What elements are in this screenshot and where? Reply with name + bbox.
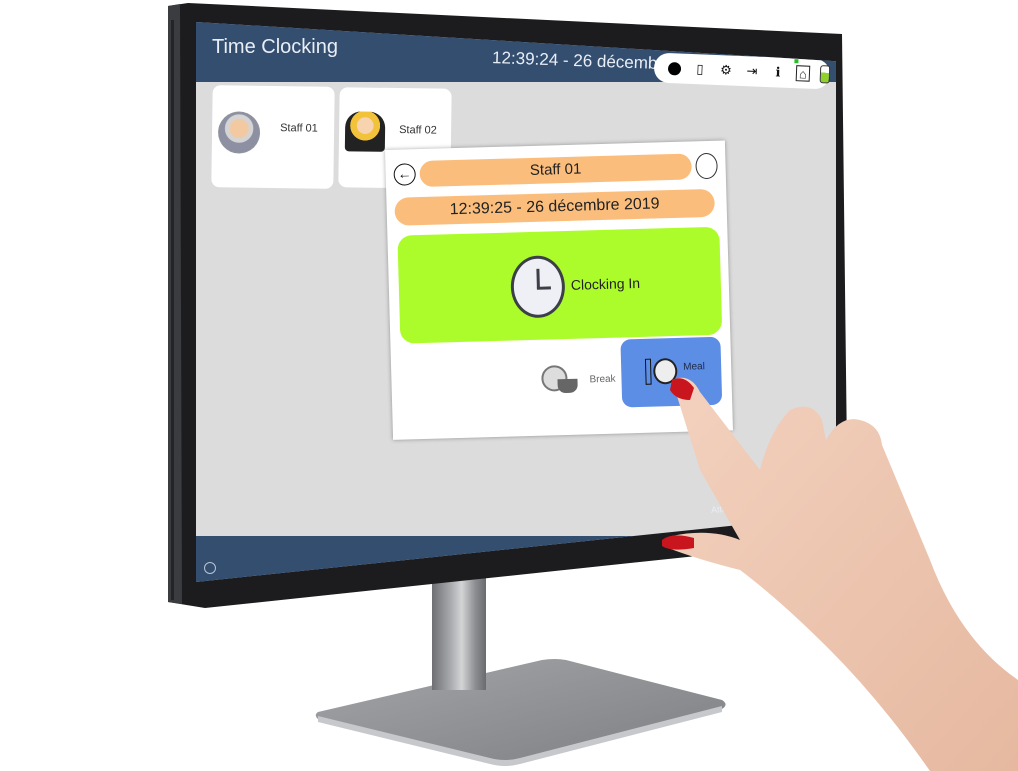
staff-name: Staff 02: [399, 124, 437, 137]
coffee-cup-icon: [557, 378, 578, 394]
avatar: [217, 111, 261, 154]
status-dot-icon[interactable]: [666, 60, 683, 77]
back-button[interactable]: ←: [393, 163, 416, 186]
warning-text: Attention, Software S: [711, 499, 797, 515]
meal-clock-icon: [652, 357, 678, 385]
globe-icon[interactable]: [204, 562, 216, 574]
network-icon[interactable]: ⌂: [794, 59, 811, 82]
avatar: [344, 111, 386, 152]
app-title: Time Clocking: [212, 36, 338, 58]
clock-icon: [510, 255, 566, 319]
fork-icon: [644, 358, 652, 385]
break-button[interactable]: Break: [541, 353, 623, 415]
screen: Time Clocking 12:39:24 - 26 décembre 201…: [196, 22, 836, 582]
logout-icon[interactable]: ⇥: [744, 63, 761, 80]
clock-in-label: Clocking In: [570, 274, 641, 293]
break-label: Break: [589, 373, 616, 386]
staff-name: Staff 01: [280, 122, 318, 135]
staff-name-pill: Staff 01: [419, 153, 692, 188]
top-bar: Time Clocking 12:39:24 - 26 décembre 201…: [196, 22, 836, 90]
clock-in-button[interactable]: Clocking In: [397, 226, 723, 344]
monitor-stand-neck: [432, 560, 486, 690]
toolbar: ▯ ⚙ ⇥ ℹ ⌂: [653, 52, 831, 90]
meal-label: Meal: [683, 361, 706, 373]
info-icon[interactable]: ℹ: [770, 64, 787, 81]
battery-icon: [819, 65, 831, 84]
bottom-bar: [196, 536, 836, 582]
clocking-dialog: ← Staff 01 12:39:25 - 26 décembre 2019 C…: [385, 140, 733, 440]
gear-icon[interactable]: ⚙: [718, 62, 735, 79]
analog-clock-icon: [695, 152, 718, 180]
notebook-icon[interactable]: ▯: [692, 61, 709, 78]
staff-card[interactable]: Staff 01: [211, 85, 335, 189]
dialog-datetime: 12:39:25 - 26 décembre 2019: [394, 188, 715, 226]
meal-button[interactable]: Meal: [620, 336, 723, 408]
